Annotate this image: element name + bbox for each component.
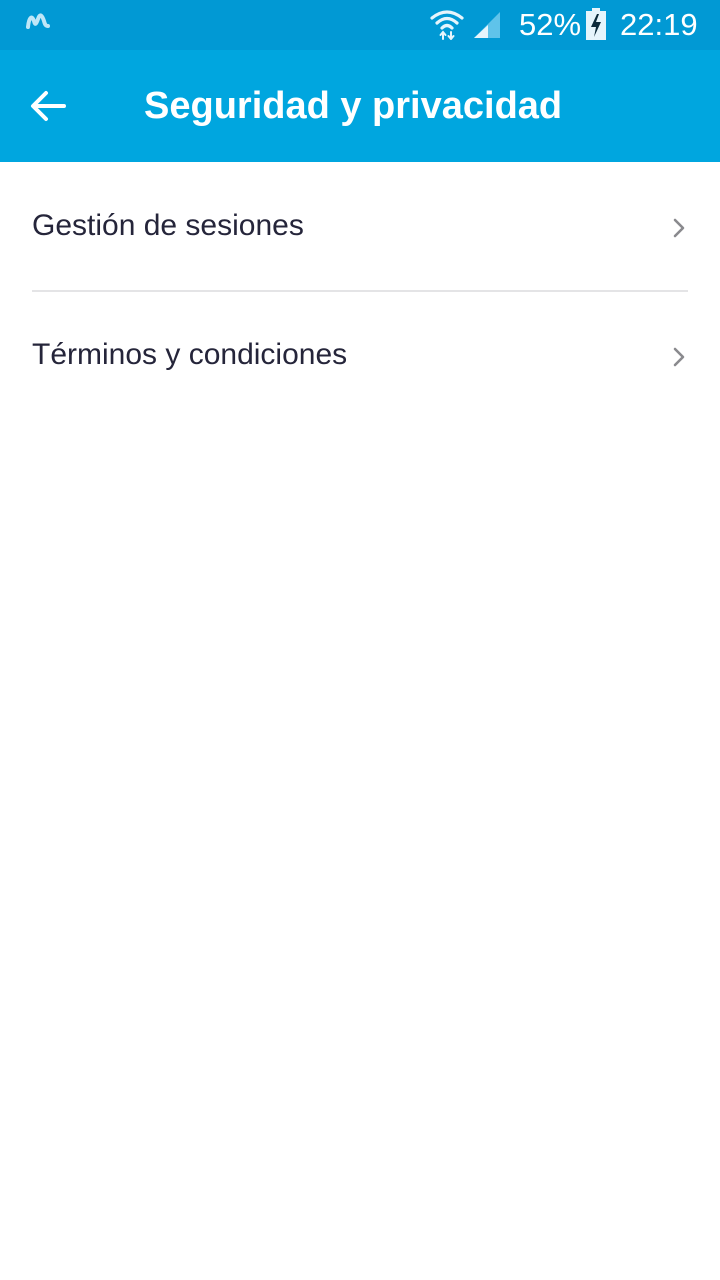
- movistar-logo-icon: [26, 13, 50, 29]
- status-bar: 52% 22:19: [0, 0, 720, 50]
- battery-percentage: 52%: [519, 7, 582, 42]
- app-bar: Seguridad y privacidad: [0, 50, 720, 162]
- chevron-right-icon: [673, 218, 685, 238]
- list-item-session-management[interactable]: Gestión de sesiones: [0, 162, 720, 291]
- back-button[interactable]: [20, 76, 76, 136]
- page-title: Seguridad y privacidad: [144, 85, 563, 127]
- battery-charging-icon: [586, 8, 606, 40]
- list-item-terms-and-conditions[interactable]: Términos y condiciones: [0, 291, 720, 422]
- chevron-right-icon: [673, 347, 685, 367]
- settings-list: Gestión de sesiones Términos y condicion…: [0, 162, 720, 422]
- status-clock: 22:19: [620, 7, 698, 42]
- list-item-label: Términos y condiciones: [32, 338, 348, 371]
- list-item-label: Gestión de sesiones: [32, 209, 304, 242]
- cell-signal-icon: [474, 12, 500, 38]
- wifi-icon: [430, 10, 464, 40]
- arrow-back-icon: [31, 91, 66, 121]
